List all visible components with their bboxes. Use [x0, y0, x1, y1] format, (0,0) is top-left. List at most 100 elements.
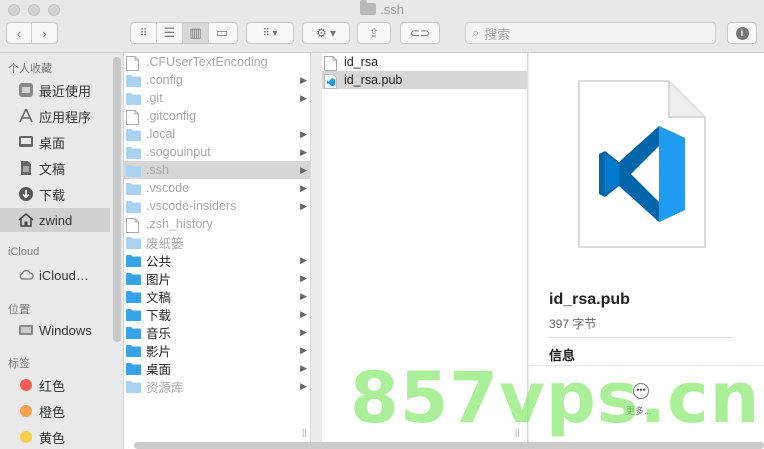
folder-blue-icon	[126, 308, 141, 321]
sidebar-item-label: 应用程序	[39, 109, 92, 125]
file-row[interactable]: 图片 ▶	[124, 269, 310, 287]
preview-file-name: id_rsa.pub	[549, 291, 630, 308]
file-row[interactable]: .local ▶	[124, 125, 310, 143]
sidebar-scrollbar[interactable]	[113, 57, 121, 342]
vscode-document-icon	[578, 80, 706, 248]
column-home: || .CFUserTextEncoding .config ▶ .git ▶ .gitc…	[124, 53, 311, 449]
group-button[interactable]: ⠿ ▾	[246, 22, 294, 44]
disclosure-arrow-icon: ▶	[300, 380, 307, 391]
list-view-button[interactable]: ☰	[157, 23, 183, 43]
sidebar-item[interactable]: 黄色	[0, 425, 110, 449]
disclosure-arrow-icon: ▶	[300, 200, 307, 211]
gallery-view-button[interactable]: ▭	[209, 23, 235, 43]
folder-icon	[126, 128, 141, 141]
recents-icon	[18, 82, 34, 98]
forward-button[interactable]: ›	[32, 23, 57, 43]
chevron-right-icon: ›	[42, 25, 47, 41]
downloads-icon	[18, 186, 34, 202]
sidebar-item-label: 最近使用	[39, 83, 92, 99]
preview-file-size: 397 字节	[549, 317, 597, 331]
sidebar-item-label: 黄色	[39, 430, 66, 446]
file-row[interactable]: 下载 ▶	[124, 305, 310, 323]
file-row[interactable]: 公共 ▶	[124, 251, 310, 269]
tags-button[interactable]: ⊂⊃	[400, 22, 440, 44]
disk-icon	[18, 322, 34, 338]
file-name: .ssh	[146, 163, 169, 177]
info-button[interactable]: i	[727, 22, 757, 44]
icon-view-button[interactable]: ⠿	[131, 23, 157, 43]
search-field[interactable]: ⌕ 搜索	[465, 22, 716, 44]
file-row[interactable]: .zsh_history	[124, 215, 310, 233]
document-icon	[126, 217, 141, 233]
file-row[interactable]: 资源库 ▶	[124, 377, 310, 395]
action-button[interactable]: ⚙ ▾	[302, 22, 350, 44]
file-row[interactable]: id_rsa	[322, 53, 527, 71]
column-view-button[interactable]: ▥	[183, 23, 209, 43]
disclosure-arrow-icon: ▶	[300, 362, 307, 373]
file-row[interactable]: .config ▶	[124, 71, 310, 89]
sidebar-item-label: 下载	[39, 187, 66, 203]
disclosure-arrow-icon: ▶	[300, 290, 307, 301]
search-icon: ⌕	[472, 25, 480, 40]
sidebar-section-favorites: 个人收藏	[8, 63, 52, 75]
title-bar: .ssh ‹ › ⠿ ☰ ▥ ▭ ⠿ ▾ ⚙ ▾ ⇪ ⊂⊃ ⌕ 搜索 i	[0, 0, 764, 53]
sidebar-item-label: Windows	[39, 322, 92, 338]
home-icon	[18, 212, 34, 228]
document-icon	[126, 109, 141, 125]
sidebar-item[interactable]: 桌面	[0, 130, 110, 154]
document-icon	[126, 55, 141, 71]
file-row[interactable]: 影片 ▶	[124, 341, 310, 359]
disclosure-arrow-icon: ▶	[300, 326, 307, 337]
documents-icon	[18, 160, 34, 176]
file-row[interactable]: .gitconfig	[124, 107, 310, 125]
sidebar-section-icloud: iCloud	[8, 246, 40, 258]
file-name: .zsh_history	[146, 217, 213, 231]
sidebar-item[interactable]: Windows	[0, 318, 110, 342]
sidebar-item[interactable]: iCloud…	[0, 263, 110, 287]
file-row[interactable]: .git ▶	[124, 89, 310, 107]
file-name: .sogouinput	[146, 145, 211, 159]
sidebar-item[interactable]: zwind	[0, 208, 110, 232]
sidebar-item[interactable]: 红色	[0, 373, 110, 397]
file-name: .CFUserTextEncoding	[146, 55, 268, 69]
document-icon	[324, 55, 339, 71]
file-row[interactable]: id_rsa.pub	[322, 71, 527, 89]
columns-icon: ▥	[189, 25, 202, 40]
file-row[interactable]: .sogouinput ▶	[124, 143, 310, 161]
disclosure-arrow-icon: ▶	[300, 254, 307, 265]
folder-icon	[126, 380, 141, 393]
sidebar-section-tags: 标签	[8, 358, 30, 370]
file-name: .gitconfig	[146, 109, 197, 123]
disclosure-arrow-icon: ▶	[300, 182, 307, 193]
horizontal-scrollbar[interactable]	[134, 442, 764, 449]
file-row[interactable]: .vscode-insiders ▶	[124, 197, 310, 215]
file-name: .git	[146, 91, 163, 105]
file-row[interactable]: 桌面 ▶	[124, 359, 310, 377]
watermark: 857vps.cn	[350, 357, 761, 439]
sidebar-item[interactable]: 橙色	[0, 399, 110, 423]
folder-blue-icon	[126, 326, 141, 339]
column-resize-handle[interactable]: ||	[302, 427, 307, 437]
file-row[interactable]: .vscode ▶	[124, 179, 310, 197]
file-row[interactable]: .CFUserTextEncoding	[124, 53, 310, 71]
file-row[interactable]: .ssh ▶	[124, 161, 310, 179]
file-row[interactable]: 废纸篓	[124, 233, 310, 251]
cloud-icon	[18, 267, 34, 283]
file-name: 下载	[146, 308, 172, 323]
sidebar-item-label: 橙色	[39, 404, 66, 420]
file-row[interactable]: 音乐 ▶	[124, 323, 310, 341]
share-icon: ⇪	[368, 26, 380, 40]
file-name: .vscode-insiders	[146, 199, 237, 213]
sidebar-section-locations: 位置	[8, 304, 30, 316]
share-button[interactable]: ⇪	[357, 22, 391, 44]
sidebar-item[interactable]: 最近使用	[0, 78, 110, 102]
divider	[549, 337, 734, 338]
file-row[interactable]: 文稿 ▶	[124, 287, 310, 305]
folder-icon	[126, 200, 141, 213]
back-button[interactable]: ‹	[7, 23, 33, 43]
sidebar-item[interactable]: 下载	[0, 182, 110, 206]
folder-blue-icon	[126, 290, 141, 303]
sidebar-item[interactable]: 文稿	[0, 156, 110, 180]
sidebar-item[interactable]: 应用程序	[0, 104, 110, 128]
folder-icon	[126, 182, 141, 195]
